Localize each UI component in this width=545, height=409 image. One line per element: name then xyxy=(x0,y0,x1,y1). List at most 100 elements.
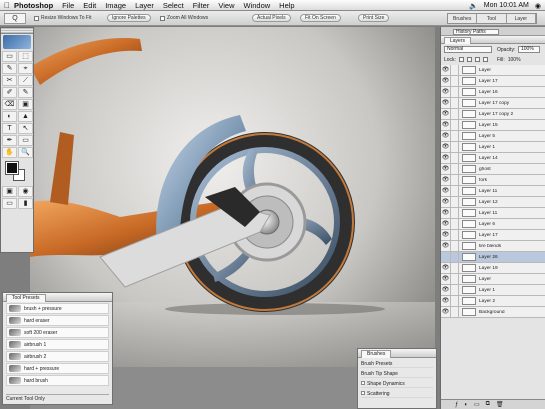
layer-row[interactable]: 👁 Layer 17 copy xyxy=(441,97,545,109)
tool-presets-titlebar[interactable]: Tool Presets xyxy=(3,293,112,302)
ignore-palettes-button[interactable]: Ignore Palettes xyxy=(107,14,151,22)
menu-edit[interactable]: Edit xyxy=(83,1,96,10)
slice-tool-icon[interactable]: ⟋ xyxy=(18,75,33,86)
layer-link-cell[interactable] xyxy=(451,86,459,98)
visibility-eye-icon[interactable]: 👁 xyxy=(441,141,451,153)
lock-image-icon[interactable] xyxy=(466,57,472,62)
layer-style-icon[interactable]: ƒ xyxy=(455,402,458,408)
layer-link-cell[interactable] xyxy=(451,108,459,120)
zoom-tool-icon[interactable]: 🔍 xyxy=(18,147,33,158)
layer-link-cell[interactable] xyxy=(451,196,459,208)
spotlight-icon[interactable]: ◉ xyxy=(535,2,541,10)
fill-field[interactable]: 100% xyxy=(508,57,521,63)
menu-layer[interactable]: Layer xyxy=(135,1,154,10)
visibility-eye-icon[interactable] xyxy=(441,251,451,263)
layer-row[interactable]: 👁 Layer 17 xyxy=(441,229,545,241)
actual-pixels-button[interactable]: Actual Pixels xyxy=(252,14,291,22)
sharpen-tool-icon[interactable]: ▲ xyxy=(18,111,33,122)
layer-row[interactable]: 👁 Layer xyxy=(441,64,545,76)
visibility-eye-icon[interactable]: 👁 xyxy=(441,64,451,76)
layer-link-cell[interactable] xyxy=(451,119,459,131)
layer-link-cell[interactable] xyxy=(451,64,459,76)
menu-window[interactable]: Window xyxy=(243,1,270,10)
layer-row[interactable]: 👁 ghost xyxy=(441,163,545,175)
checkbox-icon[interactable] xyxy=(361,391,365,395)
visibility-eye-icon[interactable]: 👁 xyxy=(441,218,451,230)
visibility-eye-icon[interactable]: 👁 xyxy=(441,207,451,219)
layer-row[interactable]: 👁 tire blends xyxy=(441,240,545,252)
history-paths-tabs[interactable]: History Paths xyxy=(453,29,499,35)
visibility-eye-icon[interactable]: 👁 xyxy=(441,174,451,186)
menu-photoshop[interactable]: Photoshop xyxy=(14,1,53,10)
well-tab-brushes[interactable]: Brushes xyxy=(448,14,478,23)
print-size-button[interactable]: Print Size xyxy=(358,14,390,22)
new-layer-icon[interactable]: ⧉ xyxy=(486,401,490,408)
layer-row[interactable]: 👁 fork xyxy=(441,174,545,186)
menu-help[interactable]: Help xyxy=(279,1,294,10)
layer-row[interactable]: 👁 Layer 14 xyxy=(441,152,545,164)
visibility-eye-icon[interactable]: 👁 xyxy=(441,185,451,197)
layer-link-cell[interactable] xyxy=(451,207,459,219)
hand-tool-icon[interactable]: ✋ xyxy=(2,147,17,158)
menu-filter[interactable]: Filter xyxy=(193,1,210,10)
layer-row[interactable]: 👁 Layer 19 xyxy=(441,262,545,274)
layer-link-cell[interactable] xyxy=(451,229,459,241)
brush-option-item[interactable]: Brush Presets xyxy=(361,360,433,368)
layer-row[interactable]: 👁 Layer 5 xyxy=(441,130,545,142)
brush-tool-icon[interactable]: ✎ xyxy=(18,87,33,98)
marquee-tool-icon[interactable]: ▭ xyxy=(2,51,17,62)
brushes-titlebar[interactable]: Brushes xyxy=(358,349,436,358)
menu-view[interactable]: View xyxy=(218,1,234,10)
brush-option-item[interactable]: Scattering xyxy=(361,390,433,398)
blend-mode-select[interactable]: Normal xyxy=(444,46,492,53)
layer-link-cell[interactable] xyxy=(451,306,459,318)
visibility-eye-icon[interactable]: 👁 xyxy=(441,284,451,296)
layer-row[interactable]: 👁 Layer 6 xyxy=(441,218,545,230)
visibility-eye-icon[interactable]: 👁 xyxy=(441,75,451,87)
layer-link-cell[interactable] xyxy=(451,284,459,296)
standard-mode-icon[interactable]: ▣ xyxy=(2,186,17,197)
foreground-color-swatch[interactable] xyxy=(6,162,18,174)
layer-link-cell[interactable] xyxy=(451,185,459,197)
lock-transparency-icon[interactable] xyxy=(458,57,464,62)
move-tool-icon[interactable]: ⬚ xyxy=(18,51,33,62)
layer-link-cell[interactable] xyxy=(451,97,459,109)
brush-option-item[interactable]: Shape Dynamics xyxy=(361,380,433,388)
quick-mask-icon[interactable]: ◉ xyxy=(18,186,33,197)
visibility-eye-icon[interactable]: 👁 xyxy=(441,152,451,164)
layer-row[interactable]: 👁 Layer 16 xyxy=(441,86,545,98)
pen-tool-icon[interactable]: ✒ xyxy=(2,135,17,146)
layer-link-cell[interactable] xyxy=(451,152,459,164)
layer-row[interactable]: 👁 Layer 17 copy 2 xyxy=(441,108,545,120)
layer-row[interactable]: 👁 Layer xyxy=(441,273,545,285)
visibility-eye-icon[interactable]: 👁 xyxy=(441,119,451,131)
lock-all-icon[interactable] xyxy=(482,57,488,62)
brush-option-item[interactable]: Brush Tip Shape xyxy=(361,370,433,378)
lock-position-icon[interactable] xyxy=(474,57,480,62)
gradient-tool-icon[interactable]: ▣ xyxy=(18,99,33,110)
visibility-eye-icon[interactable]: 👁 xyxy=(441,229,451,241)
tools-palette-grip[interactable] xyxy=(1,28,33,34)
tool-presets-tab[interactable]: Tool Presets xyxy=(6,294,46,302)
preset-item[interactable]: airbrush 1 xyxy=(6,339,109,350)
visibility-eye-icon[interactable]: 👁 xyxy=(441,295,451,307)
visibility-eye-icon[interactable]: 👁 xyxy=(441,130,451,142)
path-selection-tool-icon[interactable]: ↖ xyxy=(18,123,33,134)
shape-tool-icon[interactable]: ▭ xyxy=(18,135,33,146)
layer-link-cell[interactable] xyxy=(451,218,459,230)
new-set-icon[interactable]: ▭ xyxy=(474,401,480,408)
fit-on-screen-button[interactable]: Fit On Screen xyxy=(300,14,341,22)
preset-item[interactable]: hard + pressure xyxy=(6,363,109,374)
photoshop-logo[interactable] xyxy=(3,35,31,49)
layer-row[interactable]: Layer 26 xyxy=(441,251,545,263)
preset-item[interactable]: brush + pressure xyxy=(6,303,109,314)
crop-tool-icon[interactable]: ✂ xyxy=(2,75,17,86)
well-tab-layer[interactable]: Layer xyxy=(506,14,536,23)
layer-row[interactable]: 👁 Layer 17 xyxy=(441,75,545,87)
layer-row[interactable]: 👁 Layer 11 xyxy=(441,207,545,219)
visibility-eye-icon[interactable]: 👁 xyxy=(441,86,451,98)
preset-item[interactable]: hard brush xyxy=(6,375,109,386)
preset-item[interactable]: hard eraser xyxy=(6,315,109,326)
visibility-eye-icon[interactable]: 👁 xyxy=(441,108,451,120)
visibility-eye-icon[interactable]: 👁 xyxy=(441,240,451,252)
